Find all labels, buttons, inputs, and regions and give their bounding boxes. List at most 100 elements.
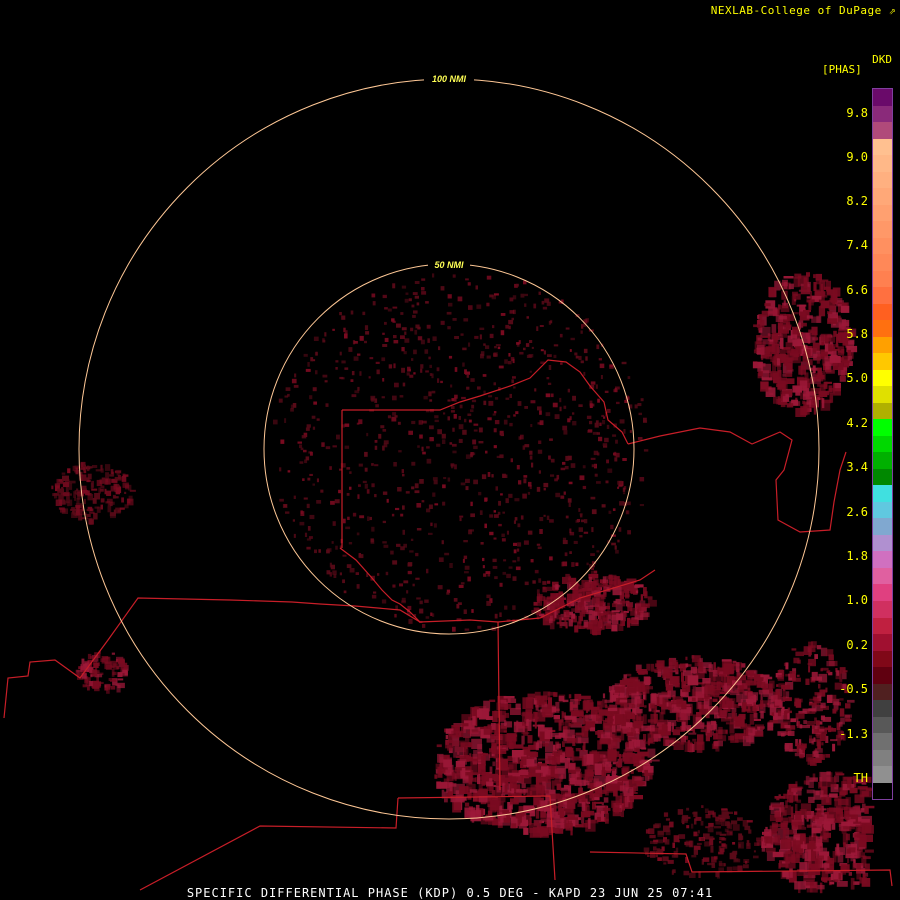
echo-pixel bbox=[615, 686, 625, 693]
echo-pixel bbox=[464, 571, 469, 574]
echo-pixel bbox=[364, 451, 368, 457]
echo-pixel bbox=[368, 376, 371, 379]
echo-pixel bbox=[575, 355, 579, 359]
echo-pixel bbox=[552, 750, 563, 755]
echo-pixel bbox=[280, 439, 285, 444]
echo-pixel bbox=[471, 404, 475, 409]
echo-pixel bbox=[113, 483, 118, 490]
echo-pixel bbox=[569, 416, 572, 421]
echo-pixel bbox=[446, 781, 453, 793]
echo-pixel bbox=[570, 337, 575, 341]
colorbar-label: 2.6 bbox=[846, 505, 868, 519]
echo-pixel bbox=[616, 613, 624, 621]
echo-pixel bbox=[754, 731, 764, 737]
echo-pixel bbox=[549, 556, 553, 561]
echo-pixel bbox=[62, 475, 69, 482]
echo-pixel bbox=[596, 432, 600, 435]
echo-pixel bbox=[568, 604, 571, 608]
echo-pixel bbox=[344, 333, 348, 339]
echo-pixel bbox=[639, 477, 645, 482]
echo-pixel bbox=[522, 697, 534, 709]
echo-pixel bbox=[471, 399, 477, 403]
echo-pixel bbox=[786, 403, 794, 408]
echo-pixel bbox=[544, 727, 553, 740]
echo-pixel bbox=[336, 434, 340, 440]
echo-pixel bbox=[446, 592, 450, 595]
echo-pixel bbox=[805, 678, 810, 685]
echo-pixel bbox=[303, 497, 308, 500]
echo-pixel bbox=[538, 758, 550, 761]
echo-pixel bbox=[803, 394, 810, 401]
echo-pixel bbox=[375, 404, 379, 408]
echo-pixel bbox=[529, 485, 532, 490]
echo-pixel bbox=[686, 807, 690, 811]
echo-pixel bbox=[544, 807, 547, 812]
credit-text-wrap[interactable]: NEXLAB-College of DuPage ⇗ bbox=[711, 4, 896, 17]
echo-pixel bbox=[813, 698, 820, 707]
product-title: SPECIFIC DIFFERENTIAL PHASE (KDP) 0.5 DE… bbox=[186, 886, 714, 900]
echo-pixel bbox=[667, 720, 677, 727]
echo-pixel bbox=[487, 417, 492, 421]
echo-pixel bbox=[606, 459, 609, 464]
echo-pixel bbox=[407, 605, 412, 611]
colorbar-segment bbox=[873, 534, 892, 552]
echo-pixel bbox=[517, 542, 522, 547]
echo-pixel bbox=[72, 510, 75, 514]
echo-pixel bbox=[665, 829, 671, 836]
echo-pixel bbox=[430, 522, 433, 527]
echo-pixel bbox=[305, 427, 310, 431]
echo-pixel bbox=[528, 354, 534, 358]
echo-pixel bbox=[64, 500, 67, 505]
echo-pixel bbox=[508, 353, 511, 357]
echo-pixel bbox=[421, 500, 425, 503]
echo-pixel bbox=[747, 727, 756, 736]
echo-pixel bbox=[578, 773, 590, 778]
echo-pixel bbox=[500, 775, 513, 783]
echo-pixel bbox=[747, 692, 758, 701]
echo-pixel bbox=[322, 339, 326, 343]
echo-pixel bbox=[617, 486, 620, 489]
echo-pixel bbox=[545, 412, 551, 417]
echo-pixel bbox=[485, 450, 488, 454]
echo-pixel bbox=[416, 597, 421, 600]
echo-pixel bbox=[294, 373, 297, 378]
echo-pixel bbox=[494, 420, 500, 425]
external-link-icon[interactable]: ⇗ bbox=[889, 4, 896, 17]
echo-pixel bbox=[780, 305, 790, 313]
echo-pixel bbox=[589, 420, 593, 425]
echo-pixel bbox=[636, 716, 644, 722]
echo-pixel bbox=[623, 486, 627, 490]
echo-pixel bbox=[529, 790, 533, 795]
echo-pixel bbox=[521, 756, 527, 766]
echo-pixel bbox=[778, 863, 781, 869]
echo-pixel bbox=[625, 510, 630, 515]
echo-pixel bbox=[343, 590, 347, 594]
echo-pixel bbox=[607, 749, 617, 761]
colorbar-segment bbox=[873, 171, 892, 189]
echo-pixel bbox=[564, 793, 572, 797]
echo-pixel bbox=[521, 811, 526, 816]
echo-pixel bbox=[329, 572, 332, 577]
echo-pixel bbox=[706, 722, 711, 733]
echo-pixel bbox=[799, 724, 803, 729]
echo-pixel bbox=[124, 483, 128, 486]
echo-pixel bbox=[445, 739, 454, 749]
echo-pixel bbox=[402, 529, 405, 535]
echo-pixel bbox=[549, 438, 553, 441]
echo-pixel bbox=[512, 576, 517, 581]
echo-pixel bbox=[757, 314, 760, 319]
echo-pixel bbox=[371, 397, 374, 402]
colorbar-segment bbox=[873, 634, 892, 651]
echo-pixel bbox=[428, 391, 432, 397]
echo-pixel bbox=[560, 467, 566, 471]
echo-pixel bbox=[570, 809, 574, 813]
echo-pixel bbox=[579, 602, 582, 608]
echo-pixel bbox=[627, 732, 634, 736]
echo-pixel bbox=[348, 542, 353, 545]
echo-pixel bbox=[92, 669, 98, 677]
echo-pixel bbox=[761, 377, 772, 381]
echo-pixel bbox=[715, 816, 719, 822]
echo-pixel bbox=[482, 565, 485, 569]
echo-pixel bbox=[490, 734, 503, 739]
echo-pixel bbox=[471, 738, 482, 749]
